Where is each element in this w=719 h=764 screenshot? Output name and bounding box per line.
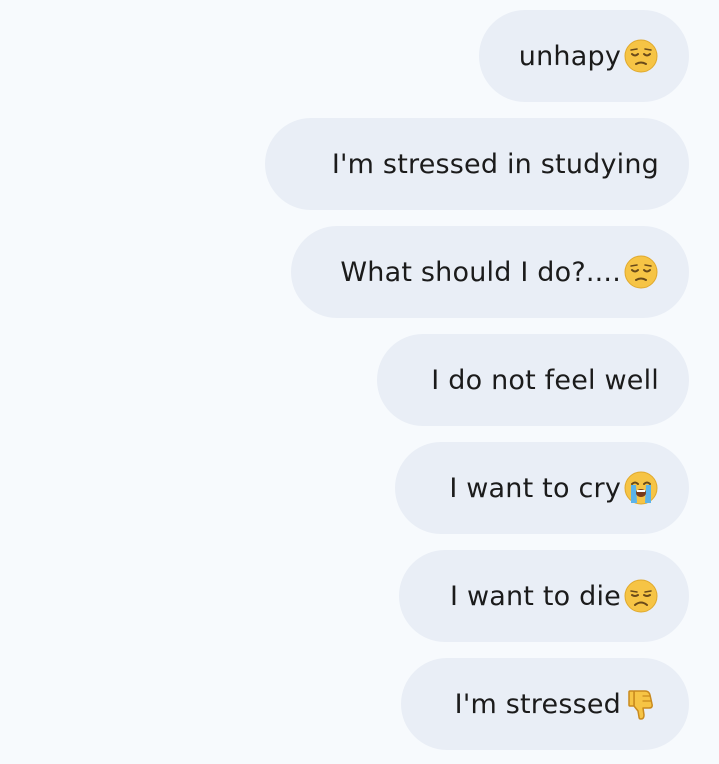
disappointed-face-icon [623, 578, 659, 614]
chat-thread: unhapy I'm stressed in studying What sho… [0, 0, 719, 764]
message-bubble[interactable]: I'm stressed in studying [265, 118, 689, 210]
pensive-face-icon [623, 38, 659, 74]
thumbs-down-icon [623, 686, 659, 722]
message-text: unhapy [518, 40, 621, 72]
message-text: What should I do?.... [340, 256, 621, 288]
loudly-crying-face-icon [623, 470, 659, 506]
message-bubble[interactable]: unhapy [479, 10, 689, 102]
message-text: I want to die [450, 580, 621, 612]
message-bubble[interactable]: I want to die [399, 550, 689, 642]
message-text: I'm stressed [454, 688, 621, 720]
message-text: I'm stressed in studying [331, 148, 659, 180]
message-text: I do not feel well [431, 364, 659, 396]
pensive-face-icon [623, 254, 659, 290]
message-bubble[interactable]: I'm stressed [401, 658, 689, 750]
message-bubble[interactable]: What should I do?.... [291, 226, 689, 318]
message-bubble[interactable]: I want to cry [395, 442, 689, 534]
message-text: I want to cry [449, 472, 621, 504]
message-bubble[interactable]: I do not feel well [377, 334, 689, 426]
